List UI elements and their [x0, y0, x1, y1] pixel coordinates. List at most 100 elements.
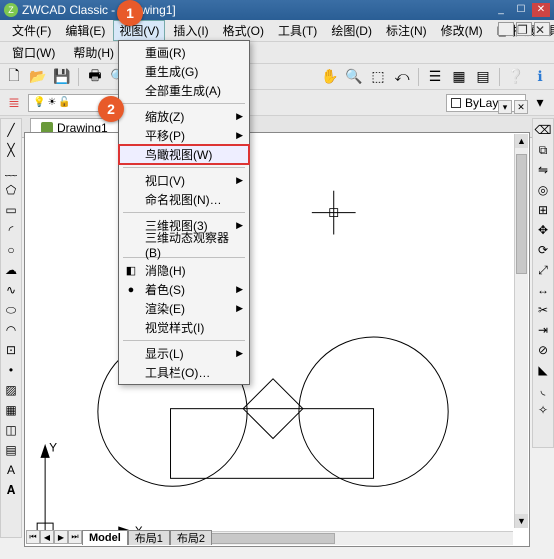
menu-item-label: 全部重生成(A)	[145, 82, 221, 99]
tab-next-icon[interactable]: ▶	[54, 530, 68, 544]
menu-tools[interactable]: 工具(T)	[272, 20, 323, 41]
polygon-icon[interactable]: ⬠	[2, 181, 20, 199]
erase-icon[interactable]: ⌫	[534, 121, 552, 139]
scroll-up-icon[interactable]: ▲	[515, 134, 528, 148]
menu-item-缩放z[interactable]: 缩放(Z)▶	[119, 107, 249, 126]
revision-cloud-icon[interactable]: ☁	[2, 261, 20, 279]
move-icon[interactable]: ✥	[534, 221, 552, 239]
mdi-close-button[interactable]: ✕	[534, 22, 550, 36]
close-button[interactable]: ✕	[532, 3, 550, 17]
scale-icon[interactable]: ⤢	[534, 261, 552, 279]
zoom-rt-icon[interactable]: 🔍	[344, 67, 364, 87]
menu-item-label: 视觉样式(I)	[145, 319, 204, 336]
block-icon[interactable]: ⊡	[2, 341, 20, 359]
explode-icon[interactable]: ✧	[534, 401, 552, 419]
print-icon[interactable]: 🖶	[85, 67, 105, 87]
tool-palette-icon[interactable]: ▤	[473, 67, 493, 87]
gradient-icon[interactable]: ▦	[2, 401, 20, 419]
copy-obj-icon[interactable]: ⧉	[534, 141, 552, 159]
menu-item-工具栏o[interactable]: 工具栏(O)…	[119, 363, 249, 382]
trim-icon[interactable]: ✂	[534, 301, 552, 319]
new-icon[interactable]: 🗋	[4, 67, 24, 87]
layout-tab-1[interactable]: 布局1	[128, 530, 170, 545]
menu-draw[interactable]: 绘图(D)	[325, 20, 378, 41]
app-name: ZWCAD Classic	[22, 3, 108, 17]
tab-close-icon[interactable]: ✕	[514, 100, 528, 114]
mirror-icon[interactable]: ⇋	[534, 161, 552, 179]
menu-file[interactable]: 文件(F)	[6, 20, 57, 41]
menu-item-重画r[interactable]: 重画(R)	[119, 43, 249, 62]
menu-edit[interactable]: 编辑(E)	[59, 20, 111, 41]
menu-item-label: 着色(S)	[145, 281, 185, 298]
linetype-dropdown-icon[interactable]: ▾	[530, 93, 550, 113]
menu-item-显示l[interactable]: 显示(L)▶	[119, 344, 249, 363]
menu-item-鸟瞰视图w[interactable]: 鸟瞰视图(W)	[119, 145, 249, 164]
tab-last-icon[interactable]: ⏭	[68, 530, 82, 544]
info-icon[interactable]: ℹ	[530, 67, 550, 87]
tab-prev-icon[interactable]: ◀	[40, 530, 54, 544]
layer-manager-icon[interactable]: ≣	[4, 93, 24, 113]
spline-icon[interactable]: ∿	[2, 281, 20, 299]
zoom-win-icon[interactable]: ⬚	[368, 67, 388, 87]
annotation-marker-1: 1	[117, 0, 143, 26]
tab-first-icon[interactable]: ⏮	[26, 530, 40, 544]
menu-modify[interactable]: 修改(M)	[435, 20, 489, 41]
menu-item-平移p[interactable]: 平移(P)▶	[119, 126, 249, 145]
ellipse-icon[interactable]: ⬭	[2, 301, 20, 319]
mdi-restore-button[interactable]: ❐	[516, 22, 532, 36]
design-center-icon[interactable]: ▦	[449, 67, 469, 87]
zoom-prev-icon[interactable]: ⤺	[392, 67, 412, 87]
layout-tab-model[interactable]: Model	[82, 530, 128, 545]
chamfer-icon[interactable]: ◣	[534, 361, 552, 379]
scroll-down-icon[interactable]: ▼	[515, 514, 528, 528]
hatch-icon[interactable]: ▨	[2, 381, 20, 399]
pan-icon[interactable]: ✋	[320, 67, 340, 87]
rotate-icon[interactable]: ⟳	[534, 241, 552, 259]
polyline-icon[interactable]: ﹏	[2, 161, 20, 179]
help-icon[interactable]: ❔	[506, 67, 526, 87]
menu-bar-2: 窗口(W) 帮助(H)	[0, 42, 554, 64]
extend-icon[interactable]: ⇥	[534, 321, 552, 339]
menu-help[interactable]: 帮助(H)	[67, 42, 120, 63]
ellipse-arc-icon[interactable]: ◠	[2, 321, 20, 339]
save-icon[interactable]: 💾	[52, 67, 72, 87]
menu-item-着色s[interactable]: ●着色(S)▶	[119, 280, 249, 299]
menu-item-渲染e[interactable]: 渲染(E)▶	[119, 299, 249, 318]
minimize-button[interactable]: _	[492, 3, 510, 17]
vertical-scrollbar[interactable]: ▲ ▼	[514, 134, 528, 528]
scroll-thumb-v[interactable]	[516, 154, 527, 274]
menu-item-三维动态观察器b[interactable]: 三维动态观察器(B)	[119, 235, 249, 254]
table-icon[interactable]: ▤	[2, 441, 20, 459]
offset-icon[interactable]: ◎	[534, 181, 552, 199]
tab-list-icon[interactable]: ▾	[498, 100, 512, 114]
layout-tab-2[interactable]: 布局2	[170, 530, 212, 545]
mtext-icon[interactable]: 𝐀	[2, 481, 20, 499]
region-icon[interactable]: ◫	[2, 421, 20, 439]
menu-item-消隐h[interactable]: ◧消隐(H)	[119, 261, 249, 280]
line-icon[interactable]: ╱	[2, 121, 20, 139]
menu-item-视觉样式i[interactable]: 视觉样式(I)	[119, 318, 249, 337]
array-icon[interactable]: ⊞	[534, 201, 552, 219]
menu-item-命名视图n[interactable]: 命名视图(N)…	[119, 190, 249, 209]
stretch-icon[interactable]: ↔	[534, 281, 552, 299]
fillet-icon[interactable]: ◟	[534, 381, 552, 399]
menu-item-全部重生成a[interactable]: 全部重生成(A)	[119, 81, 249, 100]
maximize-button[interactable]: ☐	[512, 3, 530, 17]
drawing-canvas[interactable]: X Y ▲ ▼ ⏮ ◀ ▶ ⏭ Model 布局1 布局2	[24, 132, 530, 547]
menu-format[interactable]: 格式(O)	[217, 20, 270, 41]
menu-window[interactable]: 窗口(W)	[6, 42, 61, 63]
xline-icon[interactable]: ╳	[2, 141, 20, 159]
arc-icon[interactable]: ◜	[2, 221, 20, 239]
circle-icon[interactable]: ○	[2, 241, 20, 259]
menu-item-重生成g[interactable]: 重生成(G)	[119, 62, 249, 81]
mdi-minimize-button[interactable]: _	[498, 22, 514, 36]
rectangle-icon[interactable]: ▭	[2, 201, 20, 219]
break-icon[interactable]: ⊘	[534, 341, 552, 359]
open-icon[interactable]: 📂	[28, 67, 48, 87]
text-icon[interactable]: A	[2, 461, 20, 479]
menu-insert[interactable]: 插入(I)	[167, 20, 214, 41]
menu-dim[interactable]: 标注(N)	[380, 20, 433, 41]
props-icon[interactable]: ☰	[425, 67, 445, 87]
menu-item-视口v[interactable]: 视口(V)▶	[119, 171, 249, 190]
point-icon[interactable]: •	[2, 361, 20, 379]
